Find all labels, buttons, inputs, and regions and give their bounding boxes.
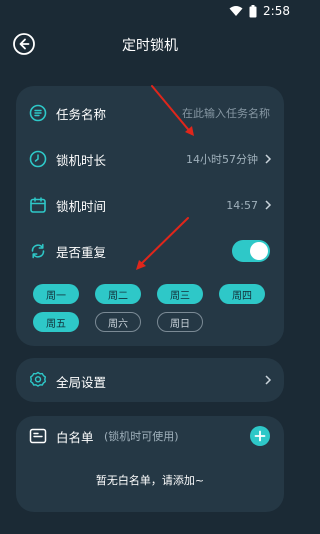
status-time: 2:58 — [263, 4, 290, 18]
global-settings-row[interactable]: 全局设置 — [16, 358, 284, 402]
duration-value: 14小时57分钟 — [186, 153, 258, 166]
empty-state-text: 暂无白名单，请添加~ — [95, 474, 205, 487]
lock-time-value: 14:57 — [226, 198, 258, 212]
calendar-icon — [30, 197, 46, 213]
task-name-label: 任务名称 — [56, 106, 107, 122]
task-name-row[interactable]: 任务名称 在此输入任务名称 — [16, 95, 284, 131]
toggle-knob — [250, 242, 268, 260]
page-title: 定时锁机 — [122, 38, 178, 54]
wifi-icon — [229, 6, 243, 16]
whitelist-card: 白名单 (锁机时可使用) 暂无白名单，请添加~ — [16, 416, 284, 512]
day-wednesday[interactable]: 周三 — [157, 284, 203, 304]
repeat-icon — [31, 243, 45, 259]
day-sunday[interactable]: 周日 — [157, 312, 203, 332]
repeat-row: 是否重复 — [16, 233, 284, 269]
chevron-right-icon — [265, 154, 272, 164]
battery-icon — [249, 4, 257, 17]
day-tuesday[interactable]: 周二 — [95, 284, 141, 304]
clock-icon — [29, 150, 47, 168]
lock-time-row[interactable]: 锁机时间 14:57 — [16, 187, 284, 223]
duration-label: 锁机时长 — [56, 152, 107, 168]
repeat-toggle[interactable] — [232, 240, 270, 262]
day-thursday[interactable]: 周四 — [219, 284, 265, 304]
gear-icon — [30, 371, 46, 387]
whitelist-icon — [29, 428, 47, 444]
status-bar: 2:58 — [0, 0, 300, 24]
day-friday[interactable]: 周五 — [33, 312, 79, 332]
whitelist-title: 白名单 — [56, 430, 94, 445]
day-saturday[interactable]: 周六 — [95, 312, 141, 332]
task-card: 任务名称 在此输入任务名称 锁机时长 14小时57分钟 锁机时间 14:57 是… — [16, 86, 284, 346]
chevron-right-icon — [265, 200, 272, 210]
list-icon — [29, 104, 47, 122]
status-icons: 2:58 — [229, 4, 290, 18]
header: 定时锁机 — [0, 24, 300, 66]
chevron-right-icon — [265, 375, 272, 385]
day-monday[interactable]: 周一 — [33, 284, 79, 304]
plus-icon — [254, 430, 266, 442]
duration-row[interactable]: 锁机时长 14小时57分钟 — [16, 141, 284, 177]
lock-time-label: 锁机时间 — [56, 198, 107, 214]
whitelist-subtitle: (锁机时可使用) — [104, 430, 179, 443]
add-whitelist-button[interactable] — [250, 426, 270, 446]
task-name-input[interactable]: 在此输入任务名称 — [182, 105, 270, 121]
repeat-label: 是否重复 — [56, 244, 107, 260]
global-settings-label: 全局设置 — [56, 375, 107, 390]
